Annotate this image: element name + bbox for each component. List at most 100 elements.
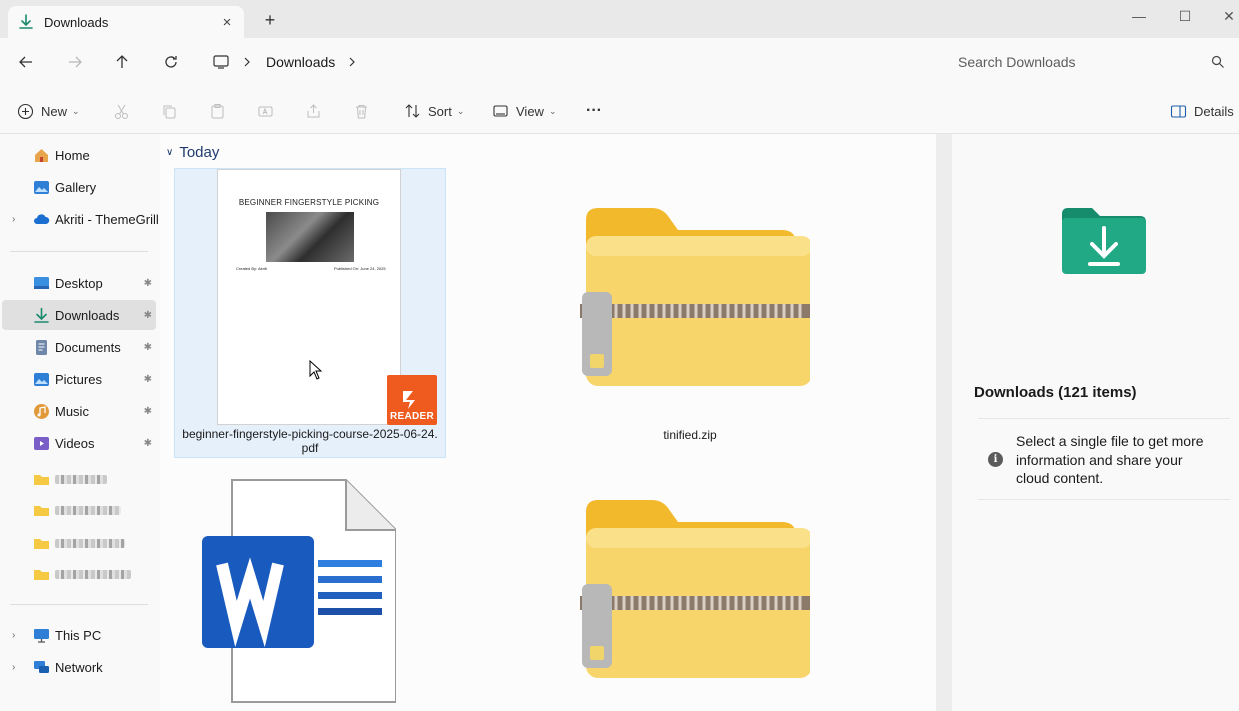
sidebar-item-onedrive[interactable]: › Akriti - ThemeGrill	[2, 204, 159, 234]
chevron-right-icon[interactable]: ›	[12, 214, 15, 225]
back-button[interactable]	[14, 50, 38, 74]
new-tab-button[interactable]: +	[260, 10, 280, 30]
file-item-docx[interactable]	[190, 474, 410, 711]
redacted-label	[55, 505, 121, 515]
chevron-right-icon[interactable]	[242, 56, 252, 68]
details-button[interactable]: Details	[1170, 98, 1234, 124]
sidebar-item-pictures[interactable]: Pictures ✱	[2, 364, 156, 394]
maximize-button[interactable]: ☐	[1162, 0, 1208, 32]
download-icon	[19, 14, 33, 29]
refresh-icon	[165, 56, 177, 68]
breadcrumb-downloads[interactable]: Downloads	[266, 54, 335, 70]
mouse-cursor-icon	[309, 360, 323, 380]
sidebar-item-downloads[interactable]: Downloads ✱	[2, 300, 156, 330]
group-header-today[interactable]: ∨ Today	[166, 144, 219, 161]
tab-close-icon[interactable]: ×	[218, 13, 236, 31]
info-icon: i	[988, 452, 1003, 467]
zip-folder-icon	[580, 208, 810, 386]
plus-circle-icon	[17, 103, 34, 119]
trash-icon	[356, 104, 367, 118]
delete-button[interactable]	[353, 98, 370, 124]
sidebar-item-documents[interactable]: Documents ✱	[2, 332, 156, 362]
sidebar-label: Gallery	[55, 179, 97, 195]
sidebar-label: Network	[55, 659, 103, 675]
file-item-zip[interactable]: tinified.zip	[560, 194, 820, 444]
sidebar-item-network[interactable]: › Network	[2, 652, 156, 682]
up-button[interactable]	[110, 50, 134, 74]
cut-button[interactable]	[113, 98, 130, 124]
details-info-text: Select a single file to get more informa…	[1016, 433, 1204, 486]
sidebar-label: Documents	[55, 339, 121, 355]
pin-icon[interactable]: ✱	[144, 342, 152, 353]
address-bar[interactable]: Downloads	[200, 46, 940, 78]
rename-button[interactable]	[257, 98, 274, 124]
sidebar-item-gallery[interactable]: Gallery	[2, 172, 156, 202]
minimize-button[interactable]: —	[1116, 0, 1162, 32]
view-label: View	[516, 103, 544, 119]
zip-folder-icon	[580, 500, 810, 678]
paste-button[interactable]	[209, 98, 226, 124]
tab-downloads[interactable]: Downloads ×	[8, 6, 244, 38]
search-icon	[1211, 55, 1224, 68]
sidebar-label: Downloads	[55, 307, 120, 323]
file-item-zip[interactable]	[560, 486, 820, 706]
folder-icon	[34, 474, 49, 485]
reader-badge-text: READER	[389, 411, 435, 422]
view-icon	[493, 104, 508, 117]
sidebar-item-this-pc[interactable]: › This PC	[2, 620, 156, 650]
view-button[interactable]: View ⌄	[492, 98, 557, 124]
sidebar-label: Akriti - ThemeGrill	[55, 211, 159, 227]
rename-icon	[258, 106, 273, 116]
new-button[interactable]: New ⌄	[17, 98, 80, 124]
file-item-pdf[interactable]: BEGINNER FINGERSTYLE PICKING Created By:…	[174, 168, 446, 458]
sidebar-item-folder[interactable]	[2, 559, 156, 589]
sidebar-item-folder[interactable]	[2, 528, 156, 558]
scissors-icon	[115, 104, 128, 119]
search-input[interactable]: Search Downloads	[944, 46, 1234, 78]
group-label: Today	[179, 144, 220, 161]
chevron-right-icon[interactable]: ›	[12, 630, 15, 641]
refresh-button[interactable]	[159, 50, 183, 74]
close-window-button[interactable]: ✕	[1206, 0, 1239, 32]
share-button[interactable]	[305, 98, 322, 124]
sort-button[interactable]: Sort ⌄	[404, 98, 464, 124]
sidebar-item-folder[interactable]	[2, 464, 156, 494]
pdf-preview-date: Published On: June 24, 2025	[334, 266, 386, 271]
documents-icon	[36, 339, 47, 355]
pdf-preview-author: Created By: Akriti	[236, 266, 267, 271]
navigation-pane: Home Gallery › Akriti - ThemeGrill Deskt…	[0, 134, 160, 711]
pin-icon[interactable]: ✱	[144, 406, 152, 417]
sidebar-item-desktop[interactable]: Desktop ✱	[2, 268, 156, 298]
details-pane-icon	[1170, 104, 1187, 118]
redacted-label	[55, 569, 131, 579]
videos-icon	[34, 436, 49, 450]
pin-icon[interactable]: ✱	[144, 438, 152, 449]
sidebar-item-videos[interactable]: Videos ✱	[2, 428, 156, 458]
chevron-right-icon[interactable]: ›	[12, 662, 15, 673]
sidebar-item-folder[interactable]	[2, 495, 156, 525]
more-options-button[interactable]: ···	[586, 98, 602, 124]
share-icon	[307, 103, 320, 117]
sidebar-divider	[10, 251, 148, 252]
copy-button[interactable]	[161, 98, 178, 124]
forward-button[interactable]	[63, 50, 87, 74]
pane-splitter[interactable]	[936, 134, 952, 711]
desktop-icon	[34, 276, 49, 289]
redacted-label	[55, 474, 107, 484]
sidebar-label: Desktop	[55, 275, 103, 291]
chevron-down-icon: ⌄	[456, 105, 465, 116]
file-name: beginner-fingerstyle-picking-course-2025…	[175, 427, 445, 455]
pin-icon[interactable]: ✱	[144, 374, 152, 385]
network-icon	[34, 660, 49, 673]
sidebar-label: This PC	[55, 627, 102, 643]
clipboard-icon	[211, 103, 224, 118]
pin-icon[interactable]: ✱	[144, 310, 152, 321]
command-bar: New ⌄ Sort ⌄ View ⌄ ··· Details	[0, 86, 1239, 134]
sidebar-item-music[interactable]: Music ✱	[2, 396, 156, 426]
pin-icon[interactable]: ✱	[144, 278, 152, 289]
pictures-icon	[34, 372, 49, 386]
chevron-right-icon[interactable]	[347, 56, 357, 68]
gallery-icon	[34, 180, 49, 194]
sidebar-item-home[interactable]: Home	[2, 140, 156, 170]
file-name-line: pdf	[301, 441, 319, 455]
